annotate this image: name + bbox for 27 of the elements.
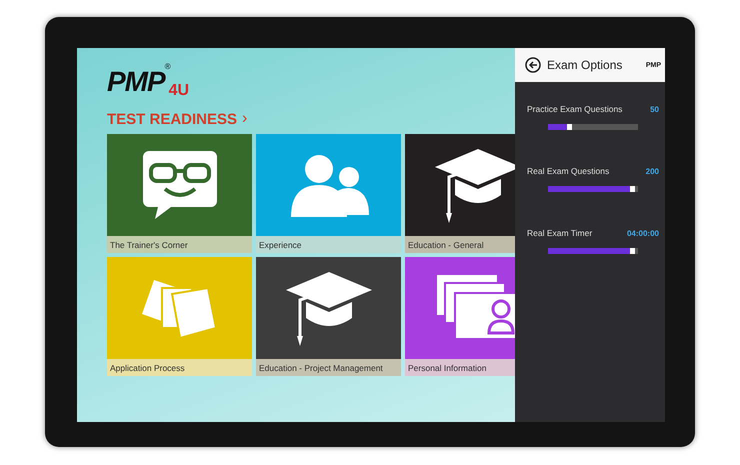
option-label: Real Exam Timer bbox=[527, 228, 592, 238]
category-tile[interactable]: Education - General bbox=[405, 134, 515, 253]
people-icon bbox=[288, 153, 368, 217]
category-tile[interactable]: Education - Project Management bbox=[256, 257, 401, 376]
slider-thumb[interactable] bbox=[566, 124, 572, 130]
slider-track[interactable] bbox=[548, 124, 638, 130]
speech-bubble-glasses-icon bbox=[140, 149, 218, 221]
category-tile[interactable]: The Trainer's Corner bbox=[107, 134, 252, 253]
slider-thumb[interactable] bbox=[630, 248, 636, 254]
slider-thumb[interactable] bbox=[630, 186, 636, 192]
option-label: Practice Exam Questions bbox=[527, 104, 622, 114]
category-tile[interactable]: Experience bbox=[256, 134, 401, 253]
tile-caption: Experience bbox=[256, 236, 401, 253]
back-icon[interactable] bbox=[525, 57, 541, 73]
category-tile[interactable]: Application Process bbox=[107, 257, 252, 376]
tile-caption: Education - General bbox=[405, 236, 515, 253]
panel-title: Exam Options bbox=[547, 58, 624, 72]
tile-caption: Personal Information bbox=[405, 359, 515, 376]
tile-caption: Application Process bbox=[107, 359, 252, 376]
category-tile[interactable]: Personal Information bbox=[405, 257, 515, 376]
tile-caption: Education - Project Management bbox=[256, 359, 401, 376]
option-label: Real Exam Questions bbox=[527, 166, 610, 176]
option-value: 04:00:00 bbox=[626, 228, 659, 238]
tile-caption: The Trainer's Corner bbox=[107, 236, 252, 253]
option-value: 200 bbox=[646, 166, 659, 176]
app-logo: PMP® 4U bbox=[107, 61, 190, 98]
option-value: 50 bbox=[650, 104, 659, 114]
